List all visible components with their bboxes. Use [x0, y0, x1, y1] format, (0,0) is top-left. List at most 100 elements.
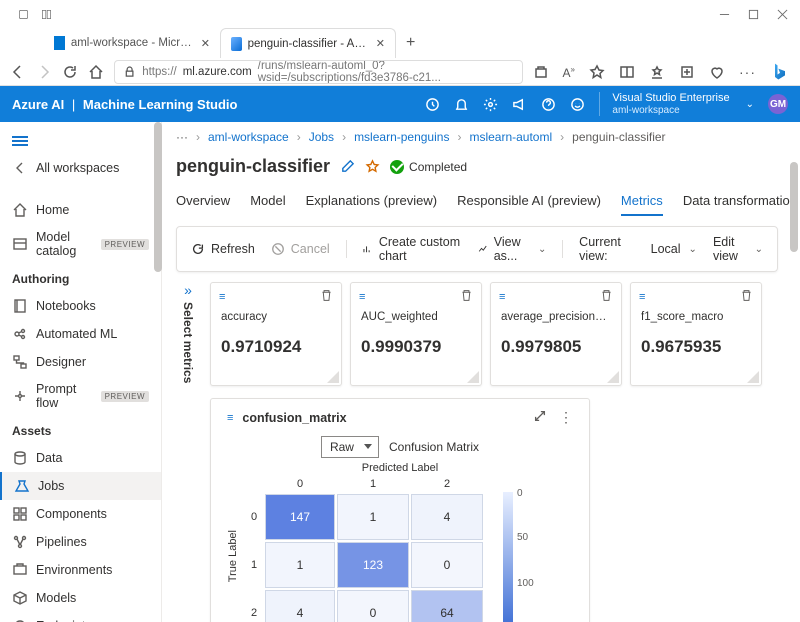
metric-card[interactable]: ≡accuracy0.9710924	[210, 282, 342, 386]
tab-overview[interactable]: Overview	[176, 187, 230, 216]
text-size-icon[interactable]: A»	[563, 65, 575, 80]
matrix-col-header: 2	[411, 476, 483, 492]
avatar[interactable]: GM	[768, 94, 788, 114]
resize-handle-icon[interactable]	[747, 371, 759, 383]
sidebar-section-authoring: Authoring	[0, 264, 161, 292]
drag-handle-icon[interactable]: ≡	[219, 291, 226, 303]
matrix-xlabel: Predicted Label	[227, 462, 573, 474]
home-icon[interactable]	[88, 64, 104, 80]
subscription-picker[interactable]: Visual Studio Enterprise aml-workspace	[599, 92, 729, 115]
breadcrumb-jobs[interactable]: Jobs	[309, 130, 334, 144]
drag-handle-icon[interactable]: ≡	[359, 291, 366, 303]
collections-icon[interactable]	[679, 64, 695, 80]
browser-tab-active[interactable]: penguin-classifier - Azure AI | M ✕	[220, 28, 396, 58]
new-tab-button[interactable]: +	[396, 34, 425, 52]
sidebar-data[interactable]: Data	[0, 444, 161, 472]
drag-handle-icon[interactable]: ≡	[499, 291, 506, 303]
resize-handle-icon[interactable]	[607, 371, 619, 383]
metric-card[interactable]: ≡average_precision_sco...0.9979805	[490, 282, 622, 386]
resize-handle-icon[interactable]	[467, 371, 479, 383]
help-icon[interactable]	[541, 97, 556, 112]
sidebar-designer[interactable]: Designer	[0, 348, 161, 376]
edit-icon[interactable]	[340, 159, 355, 174]
breadcrumb-experiment[interactable]: mslearn-penguins	[354, 130, 449, 144]
main-content: ··· › aml-workspace › Jobs › mslearn-pen…	[162, 122, 800, 622]
sidebar-all-workspaces[interactable]: All workspaces	[0, 154, 161, 182]
drag-handle-icon[interactable]: ≡	[639, 291, 646, 303]
tab-actions-icon[interactable]	[41, 9, 52, 20]
breadcrumb-more[interactable]: ···	[176, 130, 188, 144]
sidebar-collapse-button[interactable]	[0, 128, 161, 154]
expand-icon[interactable]: »	[184, 282, 192, 298]
star-icon[interactable]	[365, 159, 380, 174]
favorites-list-icon[interactable]	[649, 64, 665, 80]
main-scrollbar[interactable]	[790, 162, 798, 252]
bing-icon[interactable]	[770, 62, 790, 82]
drag-handle-icon[interactable]: ≡	[227, 412, 234, 424]
tab-model[interactable]: Model	[250, 187, 285, 216]
delete-icon[interactable]	[740, 289, 753, 305]
metric-card[interactable]: ≡AUC_weighted0.9990379	[350, 282, 482, 386]
matrix-mode-select[interactable]: Raw	[321, 436, 379, 458]
expand-icon[interactable]	[533, 409, 547, 423]
sidebar-home[interactable]: Home	[0, 196, 161, 224]
gear-icon[interactable]	[483, 97, 498, 112]
metric-value: 0.9675935	[641, 337, 751, 357]
tab-metrics[interactable]: Metrics	[621, 187, 663, 216]
breadcrumb: ··· › aml-workspace › Jobs › mslearn-pen…	[176, 122, 800, 152]
button-label: View as...	[494, 235, 530, 263]
sidebar-pipelines[interactable]: Pipelines	[0, 528, 161, 556]
tab-responsible-ai[interactable]: Responsible AI (preview)	[457, 187, 601, 216]
clock-icon[interactable]	[425, 97, 440, 112]
extensions-icon[interactable]	[709, 64, 725, 80]
maximize-icon[interactable]	[748, 9, 759, 20]
sidebar-components[interactable]: Components	[0, 500, 161, 528]
sidebar-automated-ml[interactable]: Automated ML	[0, 320, 161, 348]
breadcrumb-workspace[interactable]: aml-workspace	[208, 130, 289, 144]
sidebar-endpoints[interactable]: Endpoints	[0, 612, 161, 622]
close-icon[interactable]	[777, 9, 788, 20]
favorite-icon[interactable]	[589, 64, 605, 80]
refresh-icon[interactable]	[62, 64, 78, 80]
sidebar-environments[interactable]: Environments	[0, 556, 161, 584]
url-bar[interactable]: https://ml.azure.com/runs/mslearn-automl…	[114, 60, 523, 84]
sidebar-model-catalog[interactable]: Model catalog PREVIEW	[0, 224, 161, 264]
shopping-icon[interactable]	[533, 64, 549, 80]
metric-name: f1_score_macro	[641, 311, 751, 323]
browser-tab-inactive[interactable]: aml-workspace - Microsoft Azur ✕	[44, 28, 220, 58]
matrix-row-header: 2	[245, 590, 263, 622]
tab-close-icon[interactable]: ✕	[376, 37, 385, 50]
more-icon[interactable]: ⋮	[559, 409, 573, 426]
more-icon[interactable]: ···	[739, 64, 756, 80]
current-view-dropdown[interactable]: Local ⌄	[651, 242, 697, 256]
create-chart-button[interactable]: Create custom chart	[362, 235, 462, 263]
tab-explanations[interactable]: Explanations (preview)	[306, 187, 438, 216]
select-metrics-rail[interactable]: » Select metrics	[176, 282, 200, 386]
delete-icon[interactable]	[320, 289, 333, 305]
edit-view-dropdown[interactable]: Edit view ⌄	[713, 235, 763, 263]
profile-icon[interactable]	[18, 9, 29, 20]
data-icon	[12, 450, 28, 466]
sidebar-scrollbar[interactable]	[154, 122, 162, 272]
sidebar-jobs[interactable]: Jobs	[0, 472, 161, 500]
sidebar-notebooks[interactable]: Notebooks	[0, 292, 161, 320]
back-icon[interactable]	[10, 64, 26, 80]
breadcrumb-parent[interactable]: mslearn-automl	[469, 130, 552, 144]
metric-card[interactable]: ≡ f1_score_macro 0.9675935	[630, 282, 762, 386]
split-icon[interactable]	[619, 64, 635, 80]
megaphone-icon[interactable]	[512, 97, 527, 112]
bell-icon[interactable]	[454, 97, 469, 112]
resize-handle-icon[interactable]	[327, 371, 339, 383]
refresh-button[interactable]: Refresh	[191, 242, 255, 256]
tab-data-transformation[interactable]: Data transformation (preview)	[683, 187, 800, 216]
notebook-icon	[12, 298, 28, 314]
tab-close-icon[interactable]: ✕	[201, 37, 210, 50]
view-as-dropdown[interactable]: View as... ⌄	[478, 235, 546, 263]
minimize-icon[interactable]	[719, 9, 730, 20]
chevron-down-icon[interactable]: ⌄	[746, 99, 754, 110]
smiley-icon[interactable]	[570, 97, 585, 112]
sidebar-models[interactable]: Models	[0, 584, 161, 612]
delete-icon[interactable]	[460, 289, 473, 305]
delete-icon[interactable]	[600, 289, 613, 305]
sidebar-prompt-flow[interactable]: Prompt flow PREVIEW	[0, 376, 161, 416]
